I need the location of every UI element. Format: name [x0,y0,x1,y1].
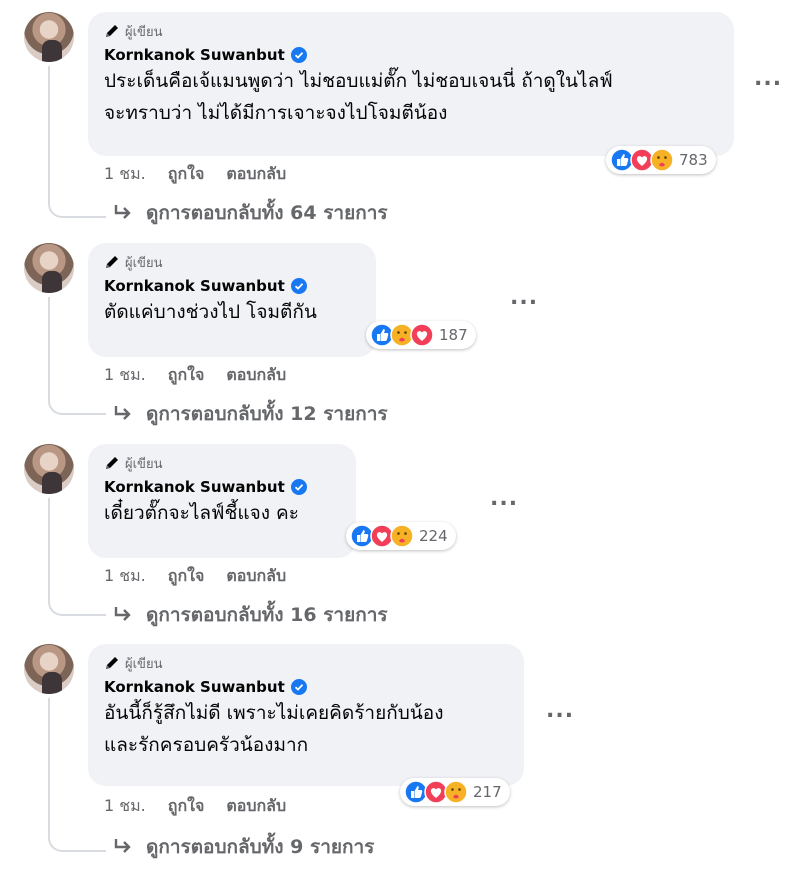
reaction-count: 187 [439,326,468,344]
reaction-count: 217 [473,783,502,801]
view-replies-link[interactable]: ดูการตอบกลับทั้ง 64 รายการ [112,198,388,228]
thread-line [48,498,50,600]
avatar[interactable] [24,444,74,494]
comment-bubble: ผู้เขียน Kornkanok Suwanbut อันนี้ก็รู้ส… [88,644,524,786]
pen-icon [106,25,118,37]
more-options-icon[interactable]: ... [490,488,518,510]
author-name[interactable]: Kornkanok Suwanbut [104,678,285,696]
author-name[interactable]: Kornkanok Suwanbut [104,478,285,496]
love-icon [410,323,434,347]
author-name[interactable]: Kornkanok Suwanbut [104,277,285,295]
view-replies-label: ดูการตอบกลับทั้ง 16 รายการ [146,604,388,626]
thread-curve [48,600,106,616]
author-badge: ผู้เขียน [104,22,718,40]
reactions-summary[interactable]: 224 [346,522,456,550]
more-options-icon[interactable]: ... [510,287,538,309]
avatar[interactable] [24,644,74,694]
verified-icon [290,479,307,495]
author-badge: ผู้เขียน [104,654,508,672]
more-options-icon[interactable]: ... [754,68,782,90]
thread-line [48,297,50,399]
comment: ผู้เขียน Kornkanok Suwanbut อันนี้ก็รู้ส… [0,644,800,864]
thread-curve [48,202,106,218]
comment-time[interactable]: 1 ชม. [104,363,146,388]
comment-actions: 1 ชม. ถูกใจ ตอบกลับ [104,162,286,187]
view-replies-label: ดูการตอบกลับทั้ง 64 รายการ [146,202,388,224]
care-icon [444,780,468,804]
thread-line [48,698,50,836]
comment: ผู้เขียน Kornkanok Suwanbut ตัดแค่บางช่ว… [0,243,800,433]
comment-text-line: ประเด็นคือเจ้แมนพูดว่า ไม่ชอบแม่ตั๊ก ไม่… [104,70,613,92]
reaction-count: 224 [419,527,448,545]
author-name[interactable]: Kornkanok Suwanbut [104,46,285,64]
reply-arrow-icon [114,839,131,853]
view-replies-link[interactable]: ดูการตอบกลับทั้ง 9 รายการ [112,832,374,862]
comment-text-line: จะทราบว่า ไม่ได้มีการเจาะจงไปโจมตีน้อง [104,102,448,124]
author-badge: ผู้เขียน [104,454,340,472]
comment: ผู้เขียน Kornkanok Suwanbut ประเด็นคือเจ… [0,12,800,232]
comment-bubble: ผู้เขียน Kornkanok Suwanbut เดี๋ยวตั๊กจะ… [88,444,356,558]
comment-text-line: และรักครอบครัวน้องมาก [104,734,309,756]
pen-icon [106,256,118,268]
comment-time[interactable]: 1 ชม. [104,162,146,187]
reactions-summary[interactable]: 187 [366,321,476,349]
reply-button[interactable]: ตอบกลับ [226,363,286,388]
reply-button[interactable]: ตอบกลับ [226,564,286,589]
comment-actions: 1 ชม. ถูกใจ ตอบกลับ [104,794,286,819]
avatar[interactable] [24,243,74,293]
reaction-count: 783 [679,151,708,169]
author-badge-label: ผู้เขียน [125,255,163,271]
like-button[interactable]: ถูกใจ [168,363,205,388]
more-options-icon[interactable]: ... [546,700,574,722]
reactions-summary[interactable]: 783 [606,146,716,174]
avatar[interactable] [24,12,74,62]
thread-line [48,66,50,202]
like-button[interactable]: ถูกใจ [168,564,205,589]
comment-time[interactable]: 1 ชม. [104,564,146,589]
view-replies-label: ดูการตอบกลับทั้ง 9 รายการ [146,836,375,858]
pen-icon [106,457,118,469]
comment-bubble: ผู้เขียน Kornkanok Suwanbut ประเด็นคือเจ… [88,12,734,156]
verified-icon [290,278,307,294]
reply-button[interactable]: ตอบกลับ [226,794,286,819]
verified-icon [290,47,307,63]
reply-arrow-icon [114,205,131,219]
reply-arrow-icon [114,406,131,420]
reactions-summary[interactable]: 217 [400,778,510,806]
author-badge-label: ผู้เขียน [125,656,163,672]
comment-actions: 1 ชม. ถูกใจ ตอบกลับ [104,564,286,589]
thread-curve [48,836,106,852]
view-replies-label: ดูการตอบกลับทั้ง 12 รายการ [146,403,388,425]
comment-text-line: เดี๋ยวตั๊กจะไลฟ์ชี้แจง คะ [104,502,299,524]
like-button[interactable]: ถูกใจ [168,162,205,187]
reply-button[interactable]: ตอบกลับ [226,162,286,187]
comment: ผู้เขียน Kornkanok Suwanbut เดี๋ยวตั๊กจะ… [0,444,800,634]
comment-text-line: ตัดแค่บางช่วงไป โจมตีกัน [104,301,317,323]
verified-icon [290,679,307,695]
author-badge-label: ผู้เขียน [125,24,163,40]
care-icon [390,524,414,548]
author-badge-label: ผู้เขียน [125,456,163,472]
reply-arrow-icon [114,607,131,621]
thread-curve [48,399,106,415]
comment-bubble: ผู้เขียน Kornkanok Suwanbut ตัดแค่บางช่ว… [88,243,376,357]
view-replies-link[interactable]: ดูการตอบกลับทั้ง 16 รายการ [112,600,388,630]
comment-actions: 1 ชม. ถูกใจ ตอบกลับ [104,363,286,388]
comment-text-line: อันนี้ก็รู้สึกไม่ดี เพราะไม่เคยคิดร้ายกั… [104,702,444,724]
author-badge: ผู้เขียน [104,253,360,271]
care-icon [650,148,674,172]
view-replies-link[interactable]: ดูการตอบกลับทั้ง 12 รายการ [112,399,388,429]
pen-icon [106,657,118,669]
like-button[interactable]: ถูกใจ [168,794,205,819]
comment-time[interactable]: 1 ชม. [104,794,146,819]
